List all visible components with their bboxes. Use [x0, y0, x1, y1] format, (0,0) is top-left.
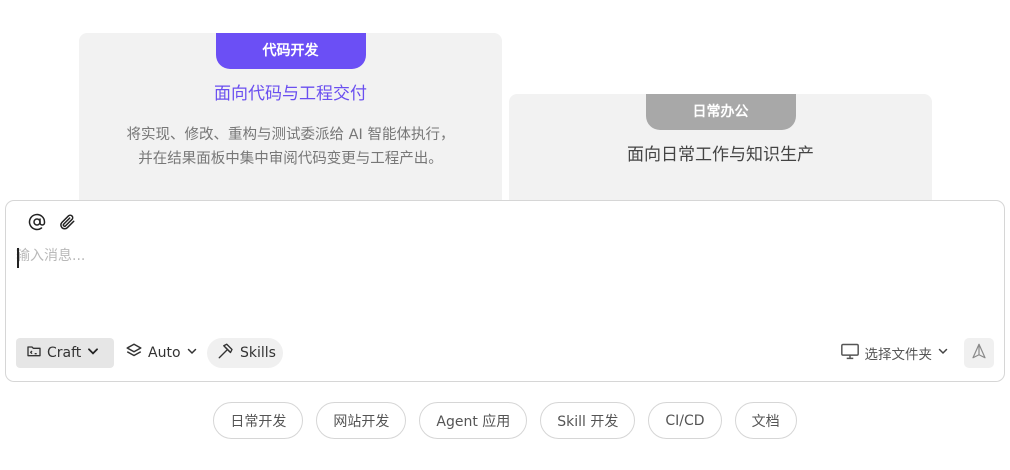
card-description-dev: 将实现、修改、重构与测试委派给 AI 智能体执行， 并在结果面板中集中审阅代码变…	[79, 123, 502, 171]
send-icon	[970, 342, 988, 364]
card-title-dev: 面向代码与工程交付	[214, 84, 367, 104]
send-button[interactable]	[964, 338, 994, 368]
chip-agent-app[interactable]: Agent 应用	[419, 402, 528, 439]
layers-icon	[125, 342, 143, 364]
monitor-icon	[840, 342, 860, 364]
chip-docs[interactable]: 文档	[734, 402, 797, 439]
card-description-line-1: 将实现、修改、重构与测试委派给 AI 智能体执行，	[126, 127, 455, 143]
mode-card-office[interactable]: 日常办公 面向日常工作与知识生产	[509, 94, 932, 214]
card-description-line-2: 并在结果面板中集中审阅代码变更与工程产出。	[138, 151, 443, 167]
paperclip-icon[interactable]	[56, 211, 78, 233]
suggestion-chips: 日常开发 网站开发 Agent 应用 Skill 开发 CI/CD 文档	[0, 402, 1010, 439]
mode-card-dev[interactable]: 代码开发 面向代码与工程交付 将实现、修改、重构与测试委派给 AI 智能体执行，…	[79, 33, 502, 213]
model-select-button[interactable]: Auto	[125, 338, 198, 368]
chip-ci-cd[interactable]: CI/CD	[648, 402, 722, 439]
chip-daily-dev[interactable]: 日常开发	[213, 402, 304, 439]
hammer-icon	[217, 342, 235, 364]
chip-skill-dev[interactable]: Skill 开发	[540, 402, 636, 439]
card-title-office: 面向日常工作与知识生产	[627, 145, 814, 165]
chevron-down-icon	[186, 345, 198, 361]
skills-label: Skills	[240, 345, 276, 361]
card-tab-dev: 代码开发	[215, 33, 366, 69]
message-composer: Craft Auto Skills 选择文件夹	[5, 200, 1005, 382]
chip-website-dev[interactable]: 网站开发	[316, 402, 407, 439]
model-label: Auto	[148, 345, 181, 361]
folder-label: 选择文件夹	[864, 347, 933, 363]
message-input[interactable]	[16, 245, 996, 325]
chevron-down-icon	[86, 344, 100, 362]
mode-select-button[interactable]: Craft	[16, 338, 114, 368]
at-icon[interactable]	[26, 211, 48, 233]
mode-label: Craft	[47, 345, 82, 361]
skills-button[interactable]: Skills	[207, 338, 283, 368]
select-folder-button[interactable]: 选择文件夹	[840, 338, 950, 368]
chevron-down-icon	[937, 345, 949, 361]
text-caret	[17, 248, 19, 268]
folder-code-icon	[26, 343, 42, 363]
card-tab-office: 日常办公	[645, 94, 796, 130]
